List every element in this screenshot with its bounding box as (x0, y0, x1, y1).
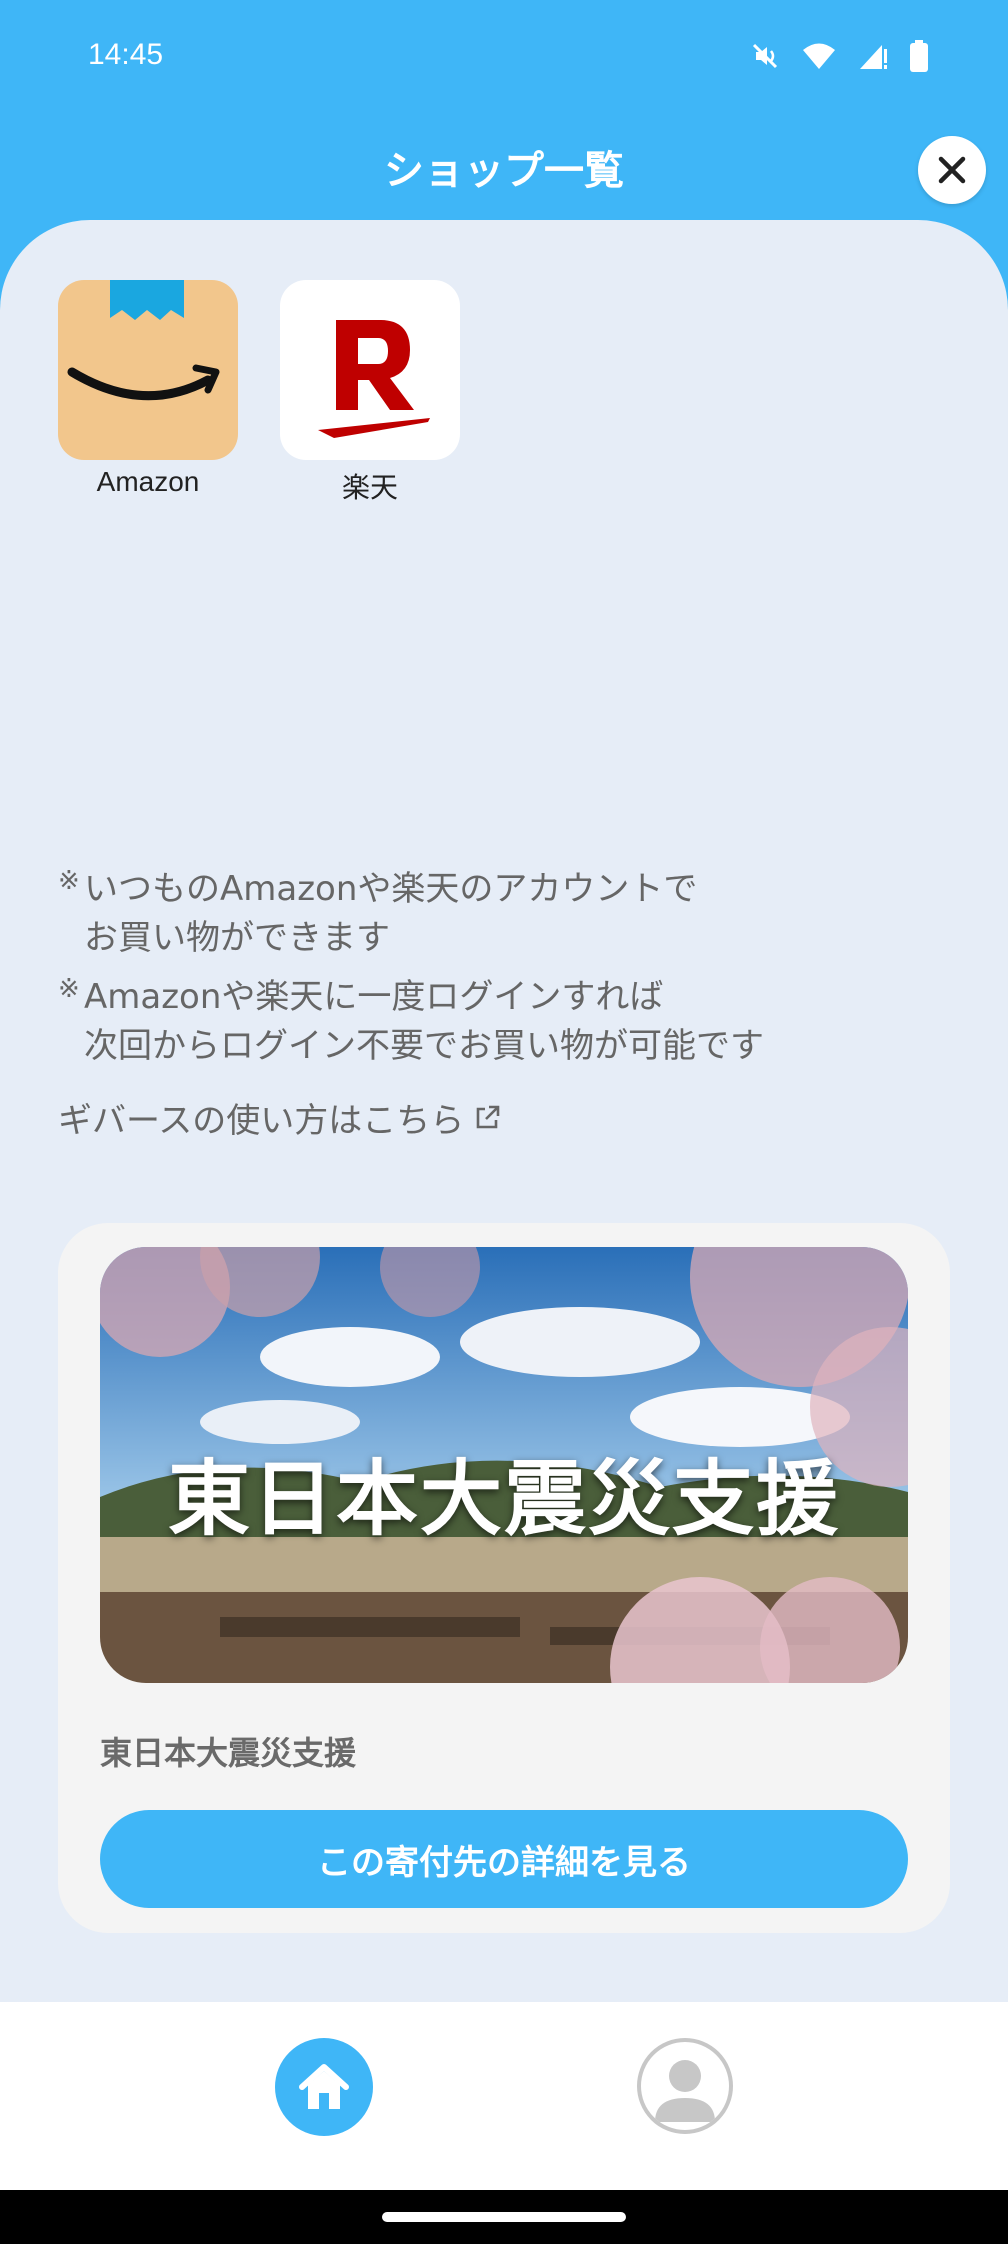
wifi-icon (803, 43, 835, 69)
shop-rakuten[interactable]: 楽天 (280, 280, 460, 506)
mute-icon (752, 43, 778, 69)
note-line: Amazonや楽天に一度ログインすれば (84, 977, 664, 1017)
donation-title: 東日本大震災支援 (100, 1734, 357, 1772)
close-icon (938, 156, 966, 184)
content-sheet: Amazon 楽天 ※ いつものAmazonや楽天のアカウントで お買い物ができ… (0, 220, 1008, 2002)
home-icon (299, 2064, 349, 2109)
amazon-logo-icon (58, 280, 238, 460)
note-item: ※ いつものAmazonや楽天のアカウントで お買い物ができます (58, 865, 958, 963)
howto-link-label: ギバースの使い方はこちら (58, 1101, 465, 1141)
close-button[interactable] (918, 136, 986, 204)
note-line: 次回からログイン不要でお買い物が可能です (84, 1026, 764, 1066)
donation-card: 東日本大震災支援 東日本大震災支援 この寄付先の詳細を見る (58, 1223, 950, 1933)
status-icons (750, 40, 928, 72)
notes: ※ いつものAmazonや楽天のアカウントで お買い物ができます ※ Amazo… (58, 865, 958, 1081)
home-gesture-handle[interactable] (382, 2212, 626, 2222)
shop-list-screen: 14:45 ショップ一覧 Amazon 楽天 ※ いつものAmazonや楽天のア… (0, 0, 1008, 2244)
banner-title: 東日本大震災支援 (167, 1452, 840, 1547)
shop-amazon[interactable]: Amazon (58, 280, 238, 498)
shop-label: 楽天 (341, 472, 398, 503)
donation-banner-image[interactable]: 東日本大震災支援 (100, 1247, 908, 1683)
howto-link[interactable]: ギバースの使い方はこちら (58, 1093, 502, 1142)
gesture-bar (0, 2190, 1008, 2244)
rakuten-logo-icon (280, 280, 460, 460)
nav-profile-button[interactable] (637, 2038, 733, 2134)
profile-icon (655, 2060, 715, 2122)
page-title: ショップ一覧 (384, 148, 624, 194)
shop-label: Amazon (96, 466, 200, 497)
note-line: お買い物ができます (84, 918, 390, 958)
note-mark: ※ (58, 866, 80, 896)
bottom-nav (0, 2002, 1008, 2190)
status-time: 14:45 (88, 38, 164, 71)
battery-icon (910, 40, 928, 72)
note-mark: ※ (58, 974, 80, 1004)
note-line: いつものAmazonや楽天のアカウントで (84, 869, 698, 909)
status-bar: 14:45 (0, 0, 1008, 110)
nav-home-button[interactable] (275, 2038, 373, 2136)
note-item: ※ Amazonや楽天に一度ログインすれば 次回からログイン不要でお買い物が可能… (58, 973, 958, 1071)
external-link-icon (477, 1105, 500, 1128)
signal-icon (860, 45, 887, 69)
donation-detail-button[interactable]: この寄付先の詳細を見る (100, 1810, 908, 1908)
